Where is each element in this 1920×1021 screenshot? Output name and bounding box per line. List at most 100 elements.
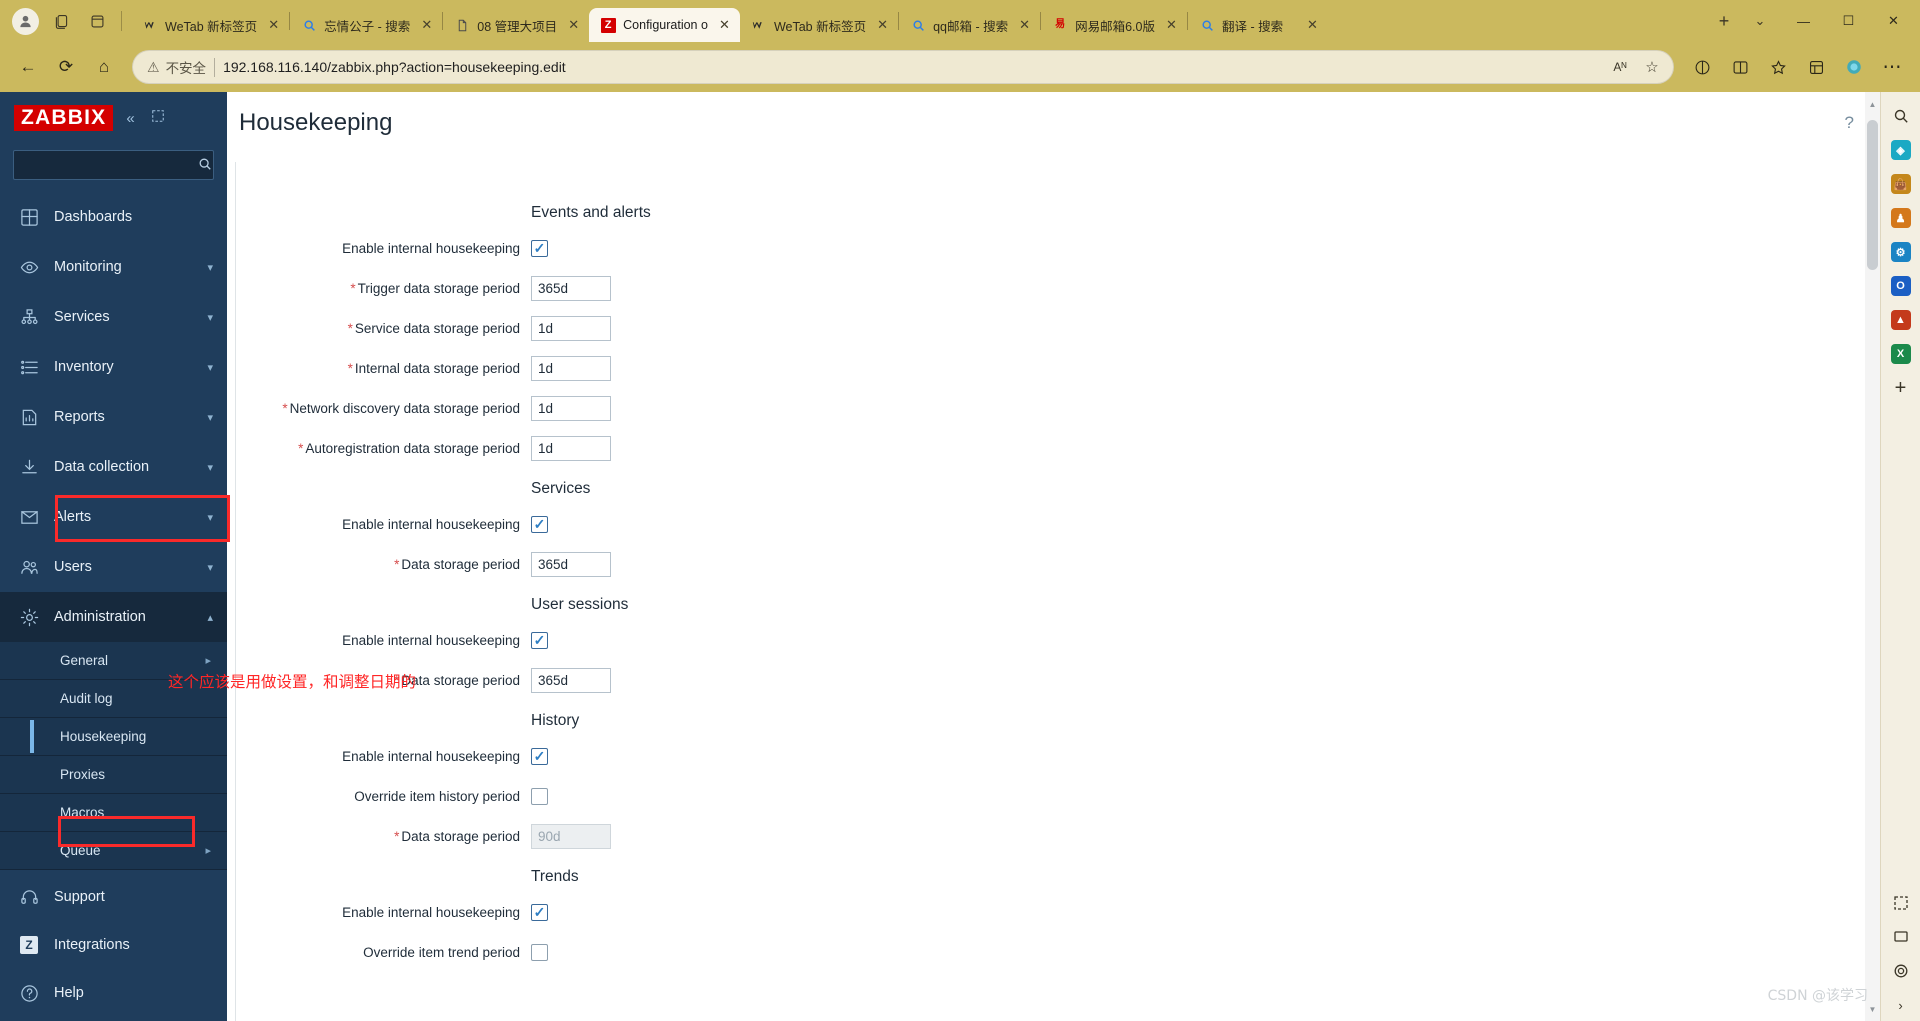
chevron-up-icon: ▴ (207, 611, 213, 624)
tab-close-icon[interactable]: ✕ (873, 16, 892, 35)
tab-close-icon[interactable]: ✕ (1015, 16, 1034, 35)
reload-button[interactable]: ⟳ (48, 49, 84, 85)
tab-close-icon[interactable]: ✕ (1303, 16, 1322, 35)
sidebar-item-alerts[interactable]: Alerts ▾ (0, 492, 227, 542)
rail-tools-icon[interactable]: ⚙ (1885, 236, 1917, 268)
checkbox-enable-internal-housekeeping[interactable]: ✓ (531, 903, 548, 921)
search-favicon-icon (301, 17, 317, 33)
browser-essentials-icon[interactable] (1722, 49, 1758, 85)
read-aloud-icon[interactable]: Aᴺ (1605, 53, 1635, 81)
rail-excel-icon[interactable]: X (1885, 338, 1917, 370)
add-favorite-icon[interactable]: ☆ (1637, 53, 1667, 81)
rail-search-icon[interactable] (1885, 100, 1917, 132)
split-screen-icon[interactable] (1684, 49, 1720, 85)
tab-close-icon[interactable]: ✕ (1162, 16, 1181, 35)
browser-tab[interactable]: 忘情公子 - 搜索 ✕ (290, 8, 442, 42)
collapse-sidebar-icon[interactable]: « (123, 108, 137, 129)
rail-copilot-icon[interactable]: ◈ (1885, 134, 1917, 166)
checkbox-override-item-trend-period[interactable] (531, 943, 548, 961)
input-service-data-storage-period[interactable] (531, 315, 611, 341)
tab-close-icon[interactable]: ✕ (264, 16, 283, 35)
form-row: * Service data storage period (236, 308, 1865, 348)
wetab-favicon-icon (142, 17, 158, 33)
page-scrollbar[interactable]: ▲ ▼ (1865, 92, 1880, 1021)
rail-screenshot-icon[interactable] (1885, 887, 1917, 919)
sidebar-subitem-proxies[interactable]: Proxies (0, 756, 227, 794)
sidebar-item-integrations[interactable]: Z Integrations (0, 921, 227, 969)
rail-expand-icon[interactable]: › (1885, 989, 1917, 1021)
copilot-icon[interactable] (1836, 49, 1872, 85)
hide-sidebar-icon[interactable] (148, 107, 168, 129)
rail-outlook-icon[interactable]: O (1885, 270, 1917, 302)
browser-tab[interactable]: 易网易邮箱6.0版 ✕ (1041, 8, 1187, 42)
new-tab-button[interactable]: + (1707, 5, 1741, 37)
back-button[interactable]: ← (10, 49, 46, 85)
maximize-button[interactable]: ☐ (1826, 0, 1871, 42)
browser-tab[interactable]: WeTab 新标签页 ✕ (740, 8, 898, 42)
scroll-up-arrow[interactable]: ▲ (1865, 96, 1880, 112)
search-input[interactable] (22, 157, 198, 173)
help-icon[interactable]: ? (1845, 113, 1854, 133)
input-autoregistration-data-storage-period[interactable] (531, 435, 611, 461)
scrollbar-thumb[interactable] (1867, 120, 1878, 270)
sidebar-item-users[interactable]: Users ▾ (0, 542, 227, 592)
sidebar-item-monitoring[interactable]: Monitoring ▾ (0, 242, 227, 292)
input-data-storage-period[interactable] (531, 667, 611, 693)
rail-office-icon[interactable]: ▲ (1885, 304, 1917, 336)
browser-tab-active[interactable]: Z Configuration o ✕ (589, 8, 740, 42)
sidebar-item-data-collection[interactable]: Data collection ▾ (0, 442, 227, 492)
checkbox-override-item-history-period[interactable] (531, 787, 548, 805)
home-button[interactable]: ⌂ (86, 49, 122, 85)
browser-tab[interactable]: 08 管理大项目 ✕ (443, 8, 589, 42)
rail-settings-icon[interactable] (1885, 955, 1917, 987)
rail-shopping-icon[interactable]: 👜 (1885, 168, 1917, 200)
sidebar-subitem-queue[interactable]: Queue ▸ (0, 832, 227, 870)
tab-close-icon[interactable]: ✕ (564, 16, 583, 35)
input-network-discovery-data-storage-period[interactable] (531, 395, 611, 421)
input-internal-data-storage-period[interactable] (531, 355, 611, 381)
tab-close-icon[interactable]: ✕ (715, 16, 734, 35)
rail-devices-icon[interactable] (1885, 921, 1917, 953)
vertical-tabs-icon[interactable] (80, 5, 114, 37)
sidebar-item-support[interactable]: Support (0, 873, 227, 921)
favorites-icon[interactable] (1760, 49, 1796, 85)
sidebar-nav: Dashboards Monitoring ▾ Services ▾ Inventory ▾… (0, 192, 227, 873)
sidebar-item-help[interactable]: Help (0, 969, 227, 1017)
rail-games-icon[interactable]: ♟ (1885, 202, 1917, 234)
url-text[interactable]: 192.168.116.140/zabbix.php?action=housek… (223, 59, 1597, 75)
minimize-button[interactable]: — (1781, 0, 1826, 42)
form-control: ✓ (531, 747, 1865, 765)
sidebar-item-dashboards[interactable]: Dashboards (0, 192, 227, 242)
tab-collections-icon[interactable] (44, 5, 78, 37)
tab-close-icon[interactable]: ✕ (417, 16, 436, 35)
rail-add-icon[interactable]: + (1885, 372, 1917, 404)
search-box[interactable] (13, 150, 214, 180)
sidebar-item-administration[interactable]: Administration ▴ (0, 592, 227, 642)
checkbox-enable-internal-housekeeping[interactable]: ✓ (531, 747, 548, 765)
sidebar-item-services[interactable]: Services ▾ (0, 292, 227, 342)
security-warning[interactable]: ⚠ 不安全 (147, 57, 206, 77)
input-trigger-data-storage-period[interactable] (531, 275, 611, 301)
browser-tab[interactable]: WeTab 新标签页 ✕ (131, 8, 289, 42)
browser-tab[interactable]: 翻译 - 搜索 ✕ (1188, 8, 1328, 42)
sidebar-subitem-housekeeping[interactable]: Housekeeping (0, 718, 227, 756)
sidebar-subitem-macros[interactable]: Macros (0, 794, 227, 832)
collections-icon[interactable] (1798, 49, 1834, 85)
search-icon[interactable] (198, 157, 212, 174)
checkbox-enable-internal-housekeeping[interactable]: ✓ (531, 631, 548, 649)
settings-more-icon[interactable]: ⋯ (1874, 49, 1910, 85)
tab-actions-menu-icon[interactable]: ⌄ (1743, 5, 1777, 37)
sidebar-item-reports[interactable]: Reports ▾ (0, 392, 227, 442)
form-row: Enable internal housekeeping ✓ (236, 504, 1865, 544)
input-data-storage-period[interactable] (531, 551, 611, 577)
address-bar[interactable]: ⚠ 不安全 192.168.116.140/zabbix.php?action=… (132, 50, 1674, 84)
checkbox-enable-internal-housekeeping[interactable]: ✓ (531, 239, 548, 257)
zabbix-logo[interactable]: ZABBIX (14, 105, 114, 131)
tab-title: 08 管理大项目 (477, 19, 558, 34)
sidebar-item-inventory[interactable]: Inventory ▾ (0, 342, 227, 392)
close-window-button[interactable]: ✕ (1871, 0, 1916, 42)
profile-button[interactable] (8, 5, 42, 37)
checkbox-enable-internal-housekeeping[interactable]: ✓ (531, 515, 548, 533)
browser-tab[interactable]: qq邮箱 - 搜索 ✕ (899, 8, 1040, 42)
